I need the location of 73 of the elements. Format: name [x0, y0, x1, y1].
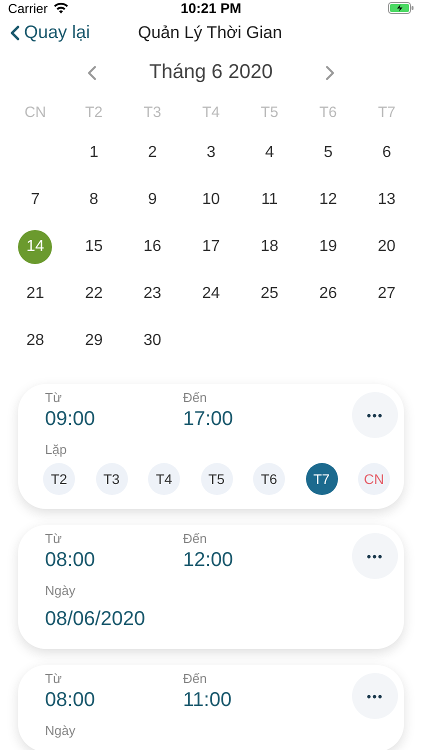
to-time: 12:00: [183, 548, 234, 573]
more-button[interactable]: •••: [352, 392, 398, 438]
back-button[interactable]: Quay lại: [10, 22, 138, 43]
chevron-right-icon: [325, 64, 335, 80]
to-time: 11:00: [183, 688, 233, 713]
month-title: Tháng 6 2020: [148, 61, 274, 84]
weekday-header: T4: [201, 103, 221, 123]
weekday-header: CN: [23, 103, 48, 123]
to-time: 17:00: [183, 407, 234, 432]
weekday-toggle[interactable]: T3: [96, 463, 128, 495]
calendar-day[interactable]: 17: [194, 230, 228, 264]
calendar-day[interactable]: 16: [135, 230, 170, 264]
from-time: 08:00: [45, 688, 96, 713]
from-label: Từ: [45, 531, 63, 547]
screen-title: Quản Lý Thời Gian: [138, 22, 282, 42]
weekday-header: T2: [84, 103, 104, 123]
clock: 10:21 PM: [180, 0, 242, 16]
weekday-header: T6: [318, 103, 338, 123]
calendar-day[interactable]: 24: [194, 276, 228, 310]
calendar-day[interactable]: 20: [370, 230, 404, 264]
calendar-day[interactable]: 29: [76, 324, 111, 358]
to-label: Đến: [183, 390, 208, 406]
weekday-toggle[interactable]: T2: [43, 463, 75, 495]
calendar-day[interactable]: 22: [76, 276, 111, 310]
weekday-toggle[interactable]: T5: [200, 463, 232, 495]
calendar-day[interactable]: 4: [252, 136, 287, 170]
calendar-day[interactable]: 13: [370, 182, 404, 216]
from-label: Từ: [45, 390, 63, 406]
calendar-day[interactable]: 11: [252, 182, 287, 216]
calendar-day[interactable]: 10: [194, 182, 228, 216]
more-button[interactable]: •••: [352, 673, 398, 719]
chevron-left-icon: [87, 64, 97, 80]
calendar-day[interactable]: 8: [76, 182, 111, 216]
previous-month-button[interactable]: [87, 64, 97, 80]
weekday-toggle[interactable]: T6: [253, 463, 285, 495]
calendar-day[interactable]: 19: [311, 230, 346, 264]
more-button[interactable]: •••: [352, 533, 398, 579]
weekday-toggle[interactable]: T7: [306, 463, 338, 495]
date-label: Ngày: [45, 583, 76, 598]
calendar-day[interactable]: 26: [311, 276, 346, 310]
weekday-header: T3: [142, 103, 162, 123]
calendar-day[interactable]: 21: [18, 276, 52, 310]
date-label: Ngày: [45, 723, 76, 738]
calendar-day[interactable]: 23: [135, 276, 170, 310]
from-time: 09:00: [45, 407, 96, 432]
battery-icon: [388, 2, 414, 14]
weekday-toggle[interactable]: T4: [148, 463, 180, 495]
from-label: Từ: [45, 671, 63, 687]
to-label: Đến: [183, 531, 208, 547]
calendar-day[interactable]: 12: [311, 182, 346, 216]
date-value: 08/06/2020: [45, 608, 146, 631]
next-month-button[interactable]: [325, 64, 335, 80]
calendar-day[interactable]: 9: [135, 182, 170, 216]
calendar-day[interactable]: 1: [76, 136, 111, 170]
wifi-icon: [52, 2, 69, 14]
weekday-header: T7: [376, 103, 396, 123]
calendar-day[interactable]: 2: [135, 136, 170, 170]
calendar-day[interactable]: 28: [18, 324, 52, 358]
calendar-day[interactable]: 7: [18, 182, 52, 216]
calendar-day[interactable]: 15: [76, 230, 111, 264]
from-time: 08:00: [45, 548, 96, 573]
calendar-day[interactable]: 5: [311, 136, 346, 170]
back-chevron-icon: [10, 24, 20, 40]
weekday-header: T5: [260, 103, 280, 123]
calendar-day[interactable]: 27: [370, 276, 404, 310]
calendar-day[interactable]: 25: [252, 276, 287, 310]
calendar-day[interactable]: 3: [194, 136, 228, 170]
calendar-day[interactable]: 18: [252, 230, 287, 264]
calendar-day[interactable]: 6: [370, 136, 404, 170]
carrier-label: Carrier: [8, 0, 48, 16]
repeat-label: Lặp: [45, 442, 68, 457]
to-label: Đến: [183, 671, 208, 687]
calendar-day[interactable]: 30: [135, 324, 170, 358]
